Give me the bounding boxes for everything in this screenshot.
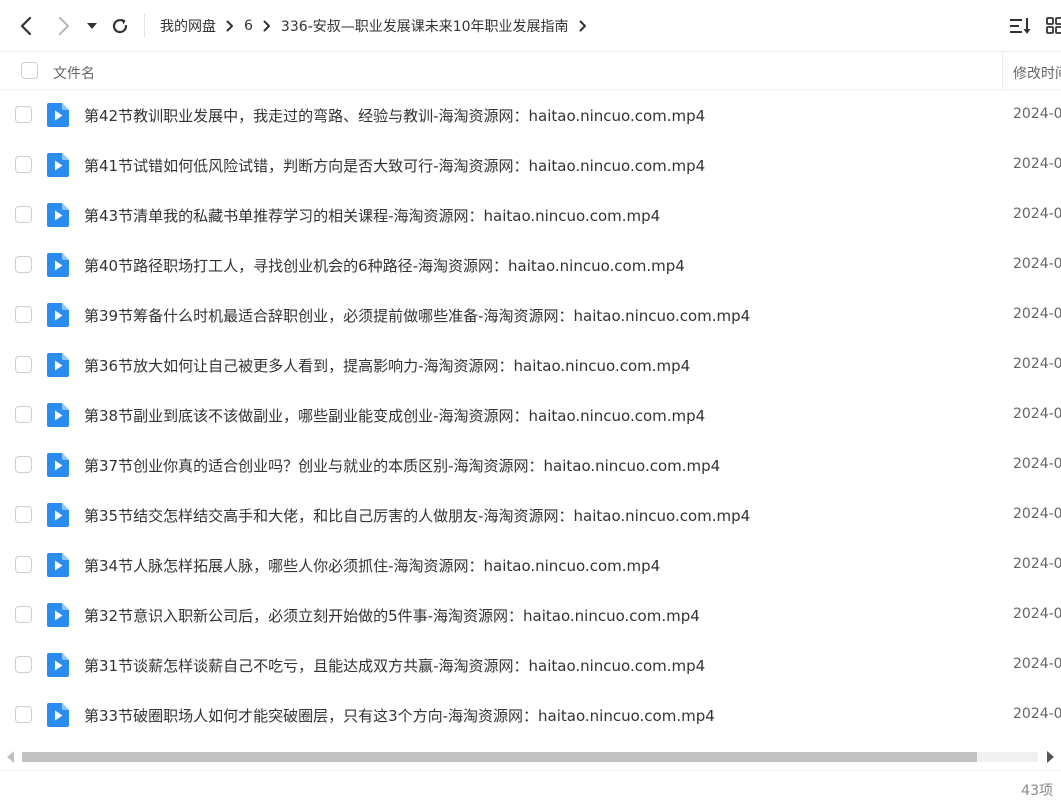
file-modified-date: 2024-0 — [1013, 106, 1061, 122]
file-modified-date: 2024-0 — [1013, 606, 1061, 622]
file-row[interactable]: 第39节筹备什么时机最适合辞职创业，必须提前做哪些准备-海淘资源网：haitao… — [0, 290, 1061, 340]
sort-icon — [1010, 18, 1031, 34]
file-row[interactable]: 第36节放大如何让自己被更多人看到，提高影响力-海淘资源网：haitao.nin… — [0, 340, 1061, 390]
grid-view-button[interactable] — [1046, 17, 1061, 39]
file-list-header: 文件名 修改时间 — [0, 52, 1061, 90]
breadcrumb-item-folder[interactable]: 6 — [244, 18, 253, 34]
row-checkbox[interactable] — [15, 406, 32, 423]
file-row[interactable]: 第34节人脉怎样拓展人脉，哪些人你必须抓住-海淘资源网：haitao.nincu… — [0, 540, 1061, 590]
video-file-icon — [47, 553, 69, 577]
file-row[interactable]: 第33节破圈职场人如何才能突破圈层，只有这3个方向-海淘资源网：haitao.n… — [0, 690, 1061, 740]
video-file-icon — [47, 703, 69, 727]
video-file-icon — [47, 203, 69, 227]
row-checkbox[interactable] — [15, 206, 32, 223]
scrollbar-track[interactable] — [22, 752, 1038, 762]
file-row[interactable]: 第40节路径职场打工人，寻找创业机会的6种路径-海淘资源网：haitao.nin… — [0, 240, 1061, 290]
file-name[interactable]: 第40节路径职场打工人，寻找创业机会的6种路径-海淘资源网：haitao.nin… — [84, 255, 685, 276]
file-row[interactable]: 第35节结交怎样结交高手和大佬，和比自己厉害的人做朋友-海淘资源网：haitao… — [0, 490, 1061, 540]
forward-button[interactable] — [52, 13, 76, 39]
breadcrumb-item-current[interactable]: 336-安叔—职业发展课未来10年职业发展指南 — [281, 16, 569, 36]
column-header-name[interactable]: 文件名 — [53, 63, 95, 83]
file-name[interactable]: 第31节谈薪怎样谈薪自己不吃亏，且能达成双方共赢-海淘资源网：haitao.ni… — [84, 655, 705, 676]
row-checkbox[interactable] — [15, 356, 32, 373]
file-row[interactable]: 第31节谈薪怎样谈薪自己不吃亏，且能达成双方共赢-海淘资源网：haitao.ni… — [0, 640, 1061, 690]
row-checkbox[interactable] — [15, 306, 32, 323]
file-name[interactable]: 第34节人脉怎样拓展人脉，哪些人你必须抓住-海淘资源网：haitao.nincu… — [84, 555, 660, 576]
scroll-right-arrow-icon[interactable] — [1045, 751, 1055, 763]
file-name[interactable]: 第33节破圈职场人如何才能突破圈层，只有这3个方向-海淘资源网：haitao.n… — [84, 705, 715, 726]
row-checkbox[interactable] — [15, 456, 32, 473]
file-modified-date: 2024-0 — [1013, 556, 1061, 572]
row-checkbox[interactable] — [15, 706, 32, 723]
video-file-icon — [47, 153, 69, 177]
sort-button[interactable] — [1010, 17, 1032, 39]
grid-view-icon — [1046, 17, 1061, 34]
file-list: 第42节教训职业发展中，我走过的弯路、经验与教训-海淘资源网：haitao.ni… — [0, 90, 1061, 740]
video-file-icon — [47, 453, 69, 477]
file-row[interactable]: 第32节意识入职新公司后，必须立刻开始做的5件事-海淘资源网：haitao.ni… — [0, 590, 1061, 640]
select-all-checkbox[interactable] — [21, 62, 38, 79]
video-file-icon — [47, 353, 69, 377]
column-divider[interactable] — [1002, 52, 1003, 90]
file-name[interactable]: 第38节副业到底该不该做副业，哪些副业能变成创业-海淘资源网：haitao.ni… — [84, 405, 705, 426]
file-modified-date: 2024-0 — [1013, 656, 1061, 672]
video-file-icon — [47, 503, 69, 527]
file-name[interactable]: 第32节意识入职新公司后，必须立刻开始做的5件事-海淘资源网：haitao.ni… — [84, 605, 700, 626]
file-row[interactable]: 第43节清单我的私藏书单推荐学习的相关课程-海淘资源网：haitao.nincu… — [0, 190, 1061, 240]
chevron-left-icon — [20, 16, 32, 36]
video-file-icon — [47, 103, 69, 127]
file-modified-date: 2024-0 — [1013, 306, 1061, 322]
refresh-button[interactable] — [108, 13, 132, 39]
video-file-icon — [47, 403, 69, 427]
item-count: 43项 — [1021, 783, 1053, 799]
scroll-left-arrow-icon[interactable] — [6, 751, 16, 763]
history-dropdown-button[interactable] — [83, 13, 101, 39]
file-name[interactable]: 第35节结交怎样结交高手和大佬，和比自己厉害的人做朋友-海淘资源网：haitao… — [84, 505, 750, 526]
row-checkbox[interactable] — [15, 656, 32, 673]
row-checkbox[interactable] — [15, 256, 32, 273]
chevron-right-icon — [263, 20, 271, 32]
file-name[interactable]: 第37节创业你真的适合创业吗？创业与就业的本质区别-海淘资源网：haitao.n… — [84, 455, 720, 476]
row-checkbox[interactable] — [15, 506, 32, 523]
chevron-right-icon — [226, 20, 234, 32]
file-row[interactable]: 第38节副业到底该不该做副业，哪些副业能变成创业-海淘资源网：haitao.ni… — [0, 390, 1061, 440]
chevron-right-icon — [58, 16, 70, 36]
chevron-right-icon[interactable] — [579, 20, 587, 32]
breadcrumb-item-root[interactable]: 我的网盘 — [160, 16, 216, 36]
file-modified-date: 2024-0 — [1013, 256, 1061, 272]
row-checkbox[interactable] — [15, 156, 32, 173]
file-name[interactable]: 第41节试错如何低风险试错，判断方向是否大致可行-海淘资源网：haitao.ni… — [84, 155, 705, 176]
file-modified-date: 2024-0 — [1013, 206, 1061, 222]
caret-down-icon — [87, 23, 97, 29]
file-modified-date: 2024-0 — [1013, 456, 1061, 472]
file-name[interactable]: 第36节放大如何让自己被更多人看到，提高影响力-海淘资源网：haitao.nin… — [84, 355, 690, 376]
file-name[interactable]: 第39节筹备什么时机最适合辞职创业，必须提前做哪些准备-海淘资源网：haitao… — [84, 305, 750, 326]
row-checkbox[interactable] — [15, 606, 32, 623]
file-row[interactable]: 第37节创业你真的适合创业吗？创业与就业的本质区别-海淘资源网：haitao.n… — [0, 440, 1061, 490]
video-file-icon — [47, 253, 69, 277]
file-row[interactable]: 第42节教训职业发展中，我走过的弯路、经验与教训-海淘资源网：haitao.ni… — [0, 90, 1061, 140]
file-row[interactable]: 第41节试错如何低风险试错，判断方向是否大致可行-海淘资源网：haitao.ni… — [0, 140, 1061, 190]
file-modified-date: 2024-0 — [1013, 506, 1061, 522]
file-modified-date: 2024-0 — [1013, 356, 1061, 372]
video-file-icon — [47, 303, 69, 327]
breadcrumb: 我的网盘 6 336-安叔—职业发展课未来10年职业发展指南 — [160, 0, 597, 52]
horizontal-scrollbar[interactable] — [0, 749, 1061, 765]
refresh-icon — [112, 18, 128, 34]
file-name[interactable]: 第42节教训职业发展中，我走过的弯路、经验与教训-海淘资源网：haitao.ni… — [84, 105, 705, 126]
row-checkbox[interactable] — [15, 106, 32, 123]
video-file-icon — [47, 603, 69, 627]
file-modified-date: 2024-0 — [1013, 706, 1061, 722]
toolbar-divider — [144, 14, 145, 38]
video-file-icon — [47, 653, 69, 677]
column-header-modified[interactable]: 修改时间 — [1013, 63, 1061, 83]
scrollbar-thumb[interactable] — [22, 752, 978, 762]
file-modified-date: 2024-0 — [1013, 406, 1061, 422]
status-bar: 43项 — [0, 770, 1061, 800]
file-modified-date: 2024-0 — [1013, 156, 1061, 172]
back-button[interactable] — [14, 13, 38, 39]
file-name[interactable]: 第43节清单我的私藏书单推荐学习的相关课程-海淘资源网：haitao.nincu… — [84, 205, 660, 226]
row-checkbox[interactable] — [15, 556, 32, 573]
toolbar: 我的网盘 6 336-安叔—职业发展课未来10年职业发展指南 — [0, 0, 1061, 52]
